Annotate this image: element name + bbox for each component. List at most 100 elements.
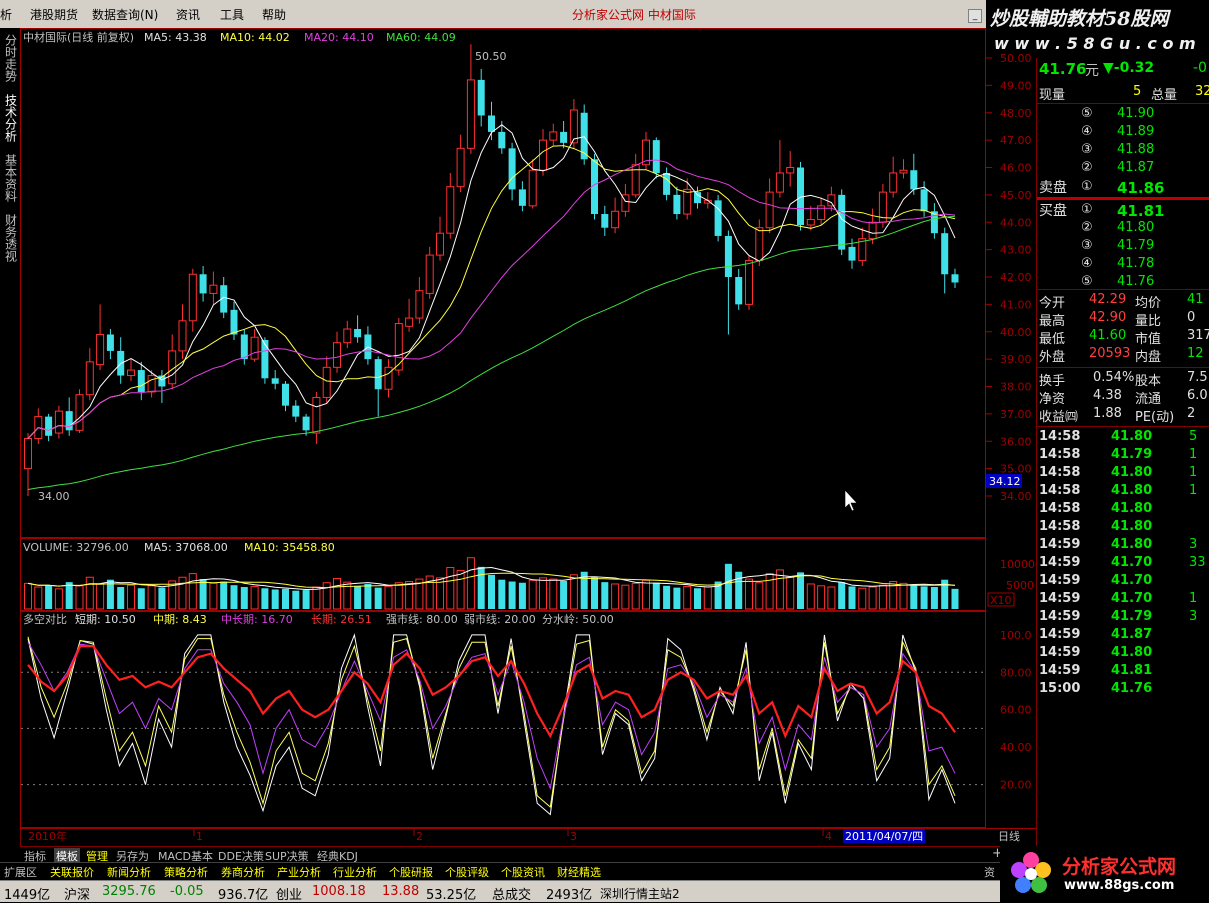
now-vol-label: 现量 — [1039, 88, 1066, 103]
stat-value: 12 — [1187, 346, 1204, 361]
period-label[interactable]: 日线 — [998, 829, 1020, 843]
func-industry-chain[interactable]: 产业分析 — [277, 864, 321, 880]
candle-body-up — [827, 194, 836, 207]
time-label-2010: 2010年 — [28, 829, 67, 843]
volume-bar-down — [65, 582, 73, 609]
func-sector-analysis[interactable]: 行业分析 — [333, 864, 377, 880]
func-related-quotes[interactable]: 关联报价 — [50, 864, 94, 880]
volume-row: 现量 5 总量 32 — [1037, 84, 1209, 103]
status-shsz-label: 沪深 — [64, 888, 91, 903]
tick-price: 41.80 — [1111, 465, 1153, 480]
tick-price: 41.80 — [1111, 429, 1153, 444]
window-controls: _ — [968, 7, 984, 23]
ask-price: 41.89 — [1117, 124, 1155, 139]
fin-value: 0.54% — [1093, 370, 1135, 385]
func-stock-rating[interactable]: 个股评级 — [445, 864, 489, 880]
candle-body-up — [312, 396, 321, 434]
status-total-label: 总成交 — [492, 888, 532, 903]
tick-price: 41.80 — [1111, 645, 1153, 660]
price-y-tick: 46.00 — [1000, 162, 1032, 175]
candle-body-up — [333, 342, 341, 368]
tick-row: 14:58 41.80 1 — [1037, 483, 1209, 501]
ask-level: ④ — [1081, 124, 1093, 139]
volume-bar-up — [127, 584, 135, 610]
volume-bar-down — [652, 582, 660, 609]
volume-bar-down — [498, 579, 506, 609]
tick-row: 14:59 41.81 — [1037, 663, 1209, 681]
tick-time: 14:59 — [1039, 591, 1081, 606]
side-tab-fundamentals[interactable]: 基本资料 — [3, 154, 18, 205]
menu-item-data-query[interactable]: 数据查询(N) — [92, 6, 158, 23]
func-strategy-analysis[interactable]: 策略分析 — [164, 864, 208, 880]
volume-bar-down — [261, 588, 269, 609]
price-y-tick: 42.00 — [1000, 271, 1032, 284]
volume-bar-up — [683, 585, 692, 610]
now-vol: 5 — [1133, 84, 1142, 99]
volume-bar-down — [838, 582, 846, 609]
bid-row: ② 41.80 — [1037, 220, 1209, 238]
menu-item-news[interactable]: 资讯 — [176, 6, 200, 23]
func-stock-news[interactable]: 个股资讯 — [501, 864, 545, 880]
ask-level: ③ — [1081, 142, 1093, 157]
side-tab-technical[interactable]: 技术分析 — [3, 94, 18, 145]
candle-body-up — [456, 147, 465, 188]
tick-row: 14:58 41.80 — [1037, 519, 1209, 537]
tick-price: 41.70 — [1111, 573, 1153, 588]
indicator-y-tick: 20.00 — [1000, 779, 1032, 792]
ask-row: ④ 41.89 — [1037, 124, 1209, 142]
candle-body-down — [302, 416, 310, 431]
tick-time: 14:59 — [1039, 663, 1081, 678]
volume-bar-up — [611, 583, 620, 610]
func-extension[interactable]: 扩展区 — [4, 864, 37, 880]
price-y-tick: 45.00 — [1000, 189, 1032, 202]
volume-bar-down — [591, 577, 598, 609]
chart-area[interactable]: 50.00 49.00 48.00 47.00 46.00 45.00 44.00 43.00… — [20, 28, 1036, 846]
side-tab-label: 技术分析 — [3, 94, 18, 142]
tick-volume: 33 — [1189, 555, 1206, 570]
bid-level: ⑤ — [1081, 274, 1093, 289]
volume-bar-up — [631, 582, 640, 610]
minimize-icon[interactable]: _ — [968, 9, 982, 23]
tick-row: 14:58 41.80 5 — [1037, 429, 1209, 447]
menu-item-analysis[interactable]: 析 — [0, 6, 12, 23]
tick-time: 14:59 — [1039, 573, 1081, 588]
volume-bar-up — [642, 579, 650, 610]
price-y-tick: 35.00 — [1000, 463, 1032, 476]
candle-body-down — [673, 194, 681, 215]
volume-bar-up — [539, 577, 547, 610]
tick-price: 41.70 — [1111, 591, 1153, 606]
indicator-y-tick: 40.00 — [1000, 741, 1032, 754]
candle-body-up — [806, 219, 815, 226]
bid-level: ④ — [1081, 256, 1093, 271]
volume-bar-up — [54, 588, 63, 610]
volume-bar-down — [477, 566, 485, 609]
volume-bar-up — [528, 579, 537, 610]
volume-bar-down — [797, 572, 804, 609]
func-stock-research[interactable]: 个股研报 — [389, 864, 433, 880]
tick-time: 14:58 — [1039, 465, 1081, 480]
menu-item-help[interactable]: 帮助 — [262, 6, 286, 23]
stat-value: 41 — [1187, 292, 1204, 307]
stat-label: 外盘 — [1039, 350, 1066, 365]
side-tab-financials[interactable]: 财务透视 — [3, 214, 18, 265]
ad-url: www.88gs.com — [1064, 878, 1175, 893]
ad-title: 分析家公式网 — [1062, 856, 1177, 878]
side-tab-intraday[interactable]: 分时走势 — [3, 34, 18, 85]
tick-volume: 1 — [1189, 483, 1198, 498]
volume-bar-up — [24, 582, 32, 610]
menu-item-hk-futures[interactable]: 港股期货 — [30, 6, 78, 23]
cursor-price-label: 34.12 — [989, 475, 1021, 488]
fin-label: 净资 — [1039, 392, 1066, 407]
fin-row: 换手 0.54% 股本 7.5 — [1037, 370, 1209, 389]
candle-body-down — [560, 131, 568, 143]
func-broker-analysis[interactable]: 券商分析 — [221, 864, 265, 880]
side-tab-label: 分时走势 — [3, 34, 18, 82]
func-finance-picks[interactable]: 财经精选 — [557, 864, 601, 880]
candle-body-up — [24, 438, 32, 470]
flower-logo-icon — [1011, 852, 1051, 893]
func-news-analysis[interactable]: 新闻分析 — [107, 864, 151, 880]
candle-body-down — [910, 170, 918, 190]
bid-price: 41.80 — [1117, 220, 1155, 235]
menu-item-tools[interactable]: 工具 — [220, 6, 244, 23]
volume-bar-down — [735, 571, 743, 609]
